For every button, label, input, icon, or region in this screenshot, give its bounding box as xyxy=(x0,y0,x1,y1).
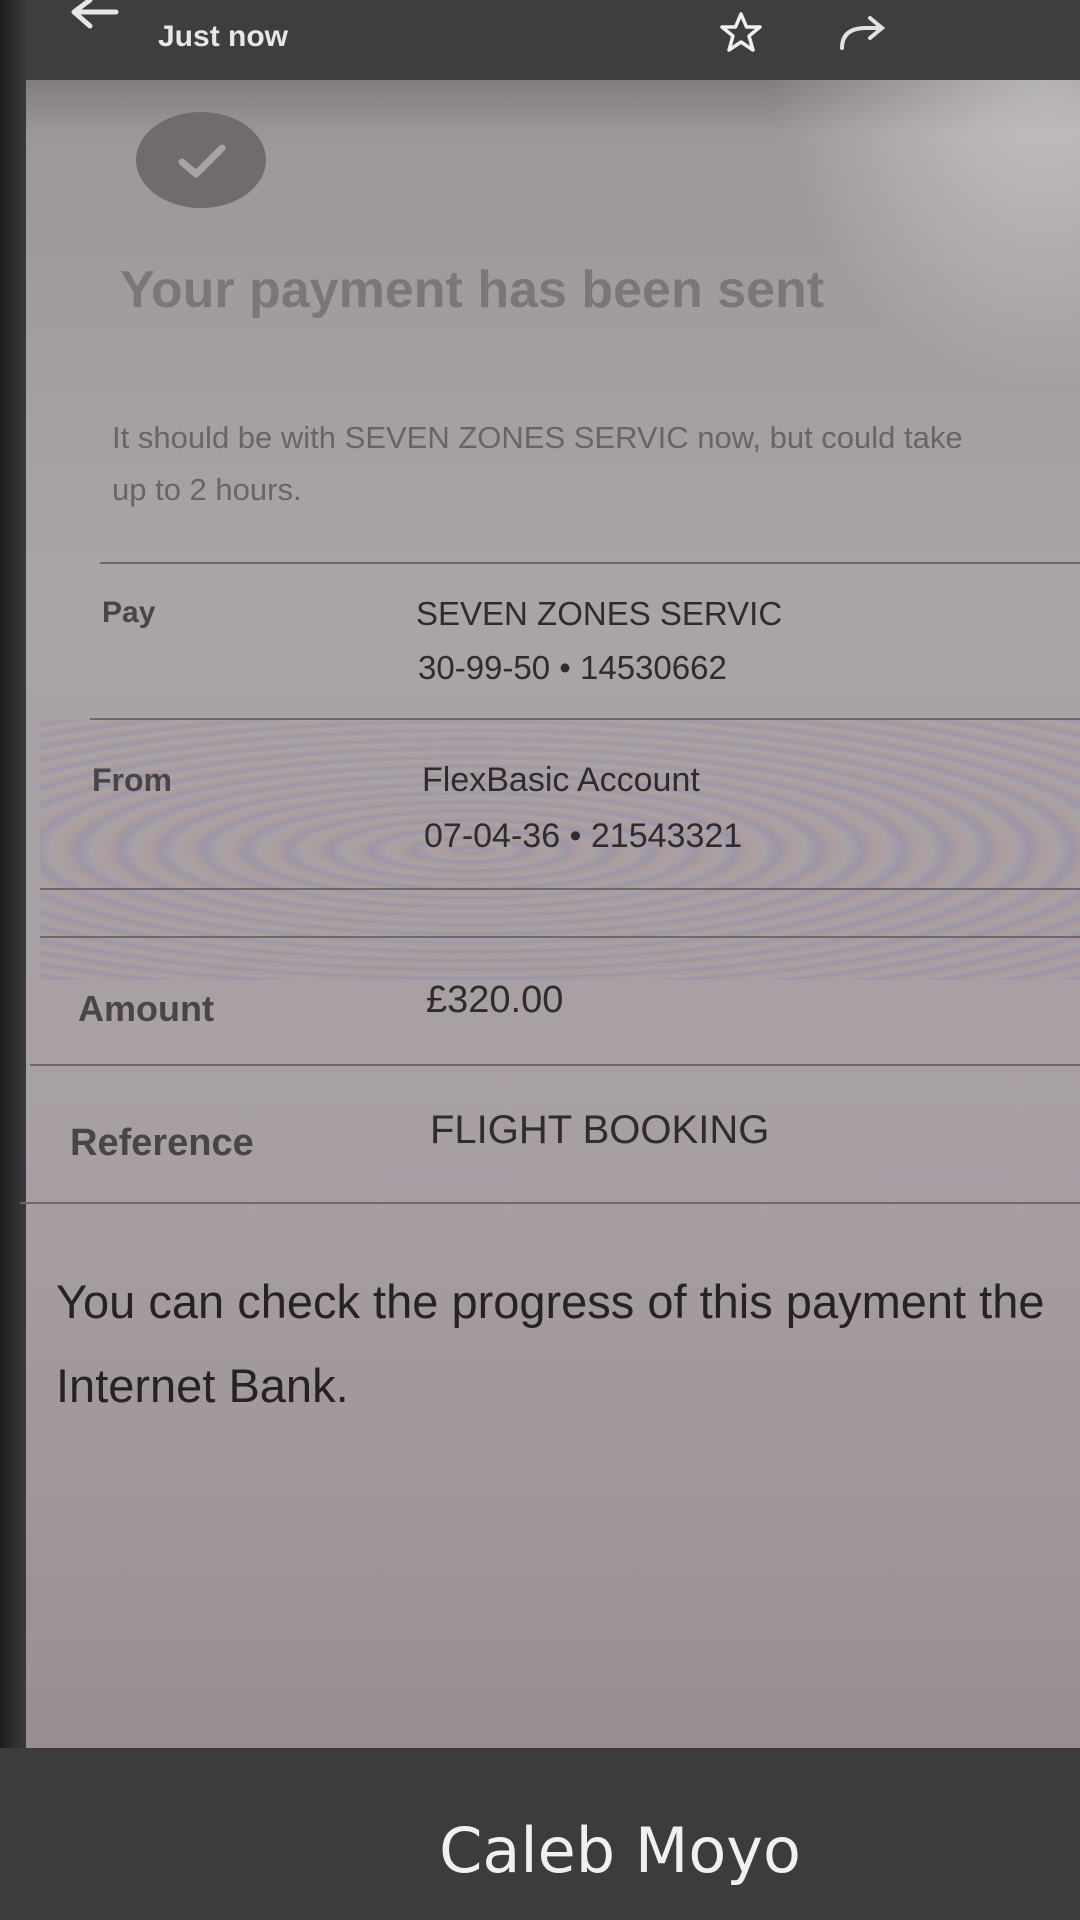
phone-bezel xyxy=(0,0,26,1760)
divider xyxy=(20,1202,1080,1204)
confirmation-headline: Your payment has been sent xyxy=(120,261,825,319)
caption-name: Caleb Moyo xyxy=(439,1814,801,1887)
pay-recipient-account: 30-99-50 • 14530662 xyxy=(418,649,727,686)
amount-value: £320.00 xyxy=(426,979,564,1021)
confirmation-subtext: It should be with SEVEN ZONES SERVIC now… xyxy=(112,420,963,507)
reference-label: Reference xyxy=(70,1122,254,1164)
divider xyxy=(30,1064,1080,1066)
checkmark-circle-icon xyxy=(136,112,266,208)
app-header: Just now xyxy=(0,0,1080,80)
divider xyxy=(90,718,1080,720)
star-outline-icon[interactable] xyxy=(718,10,764,56)
divider xyxy=(40,936,1080,938)
pay-label: Pay xyxy=(102,596,156,629)
amount-label: Amount xyxy=(78,988,214,1029)
divider xyxy=(40,888,1080,890)
payment-progress-note: You can check the progress of this payme… xyxy=(56,1275,1045,1412)
pay-recipient-name: SEVEN ZONES SERVIC xyxy=(416,595,783,632)
divider xyxy=(100,562,1080,564)
from-account-name: FlexBasic Account xyxy=(422,761,700,799)
arrow-left-icon[interactable] xyxy=(70,0,120,36)
from-label: From xyxy=(92,762,172,798)
phone-screen: Just now Your payment has been sent It s… xyxy=(0,0,1080,1920)
timestamp-label: Just now xyxy=(158,20,289,53)
from-account-number: 07-04-36 • 21543321 xyxy=(424,817,743,855)
reference-value: FLIGHT BOOKING xyxy=(430,1108,770,1152)
forward-icon[interactable] xyxy=(836,14,892,54)
